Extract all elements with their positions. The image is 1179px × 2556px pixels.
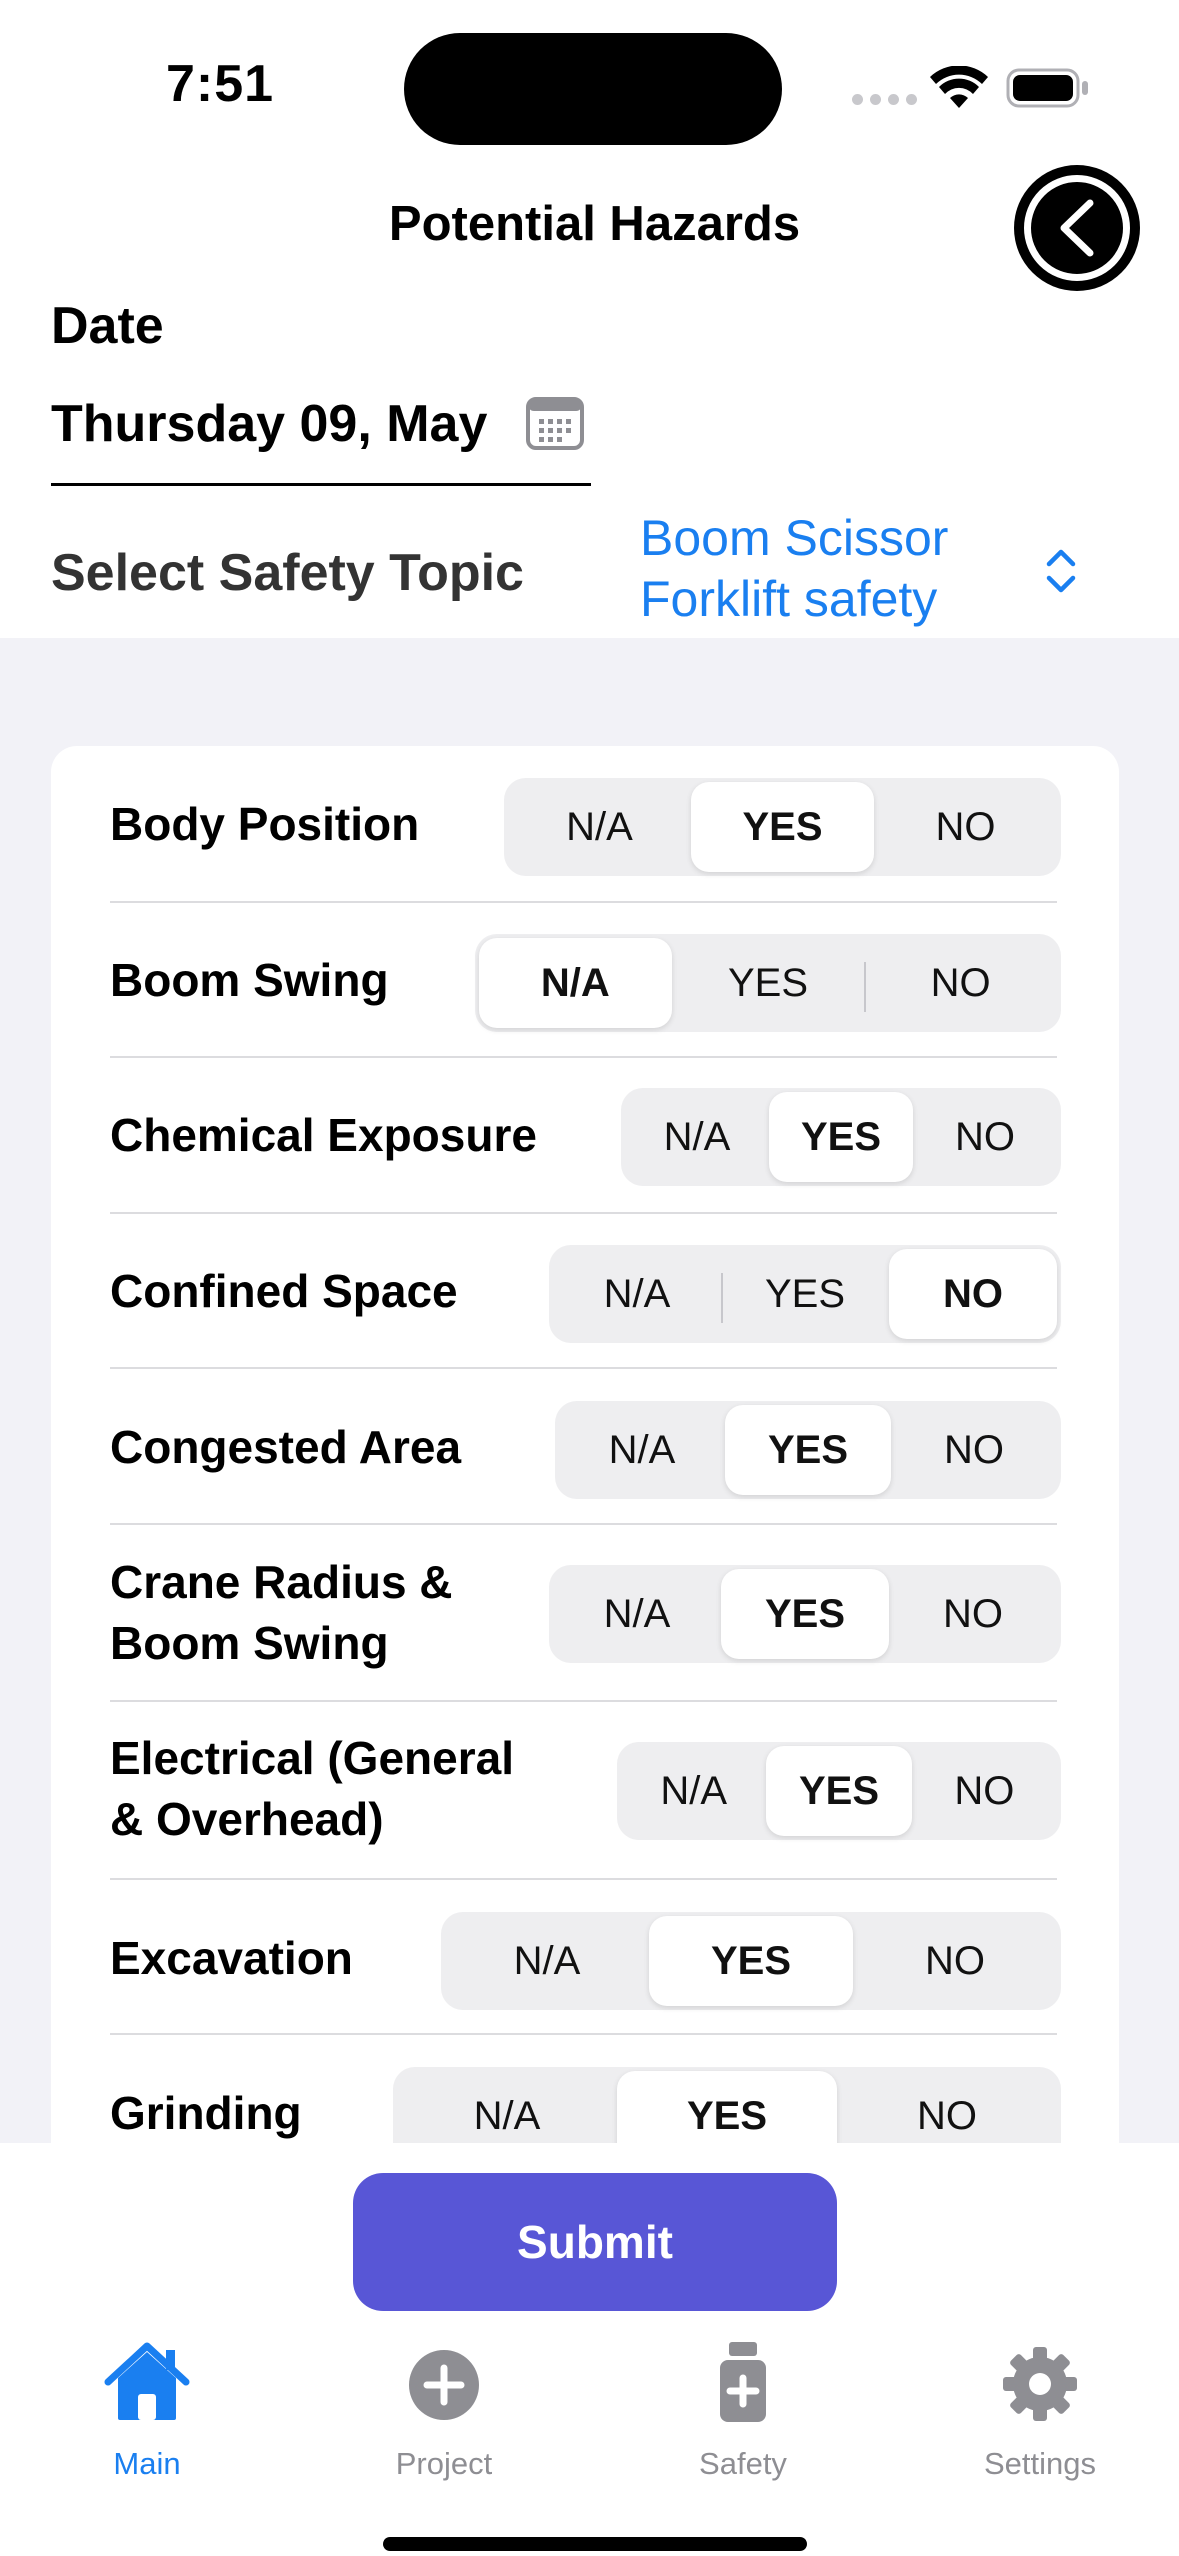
segment-na[interactable]: N/A xyxy=(479,938,672,1028)
hazard-label: Crane Radius & Boom Swing xyxy=(110,1552,453,1674)
segment-yes[interactable]: YES xyxy=(691,782,874,872)
hazard-label: Body Position xyxy=(110,798,420,850)
calendar-icon[interactable] xyxy=(525,395,585,451)
segment-yes[interactable]: YES xyxy=(617,2071,837,2143)
segment-no[interactable]: NO xyxy=(874,782,1057,872)
tab-bar: Main Project Safety Settings xyxy=(0,2330,1179,2490)
page-title: Potential Hazards xyxy=(388,197,801,251)
segment-yes[interactable]: YES xyxy=(721,1249,889,1339)
hazard-segmented-control[interactable]: N/A YES NO xyxy=(617,1742,1061,1840)
hazard-segmented-control[interactable]: N/A YES NO xyxy=(555,1401,1061,1499)
hazard-label-line2: Boom Swing xyxy=(110,1617,389,1669)
segment-yes[interactable]: YES xyxy=(672,938,865,1028)
date-picker-field[interactable]: Thursday 09, May xyxy=(51,380,591,486)
safety-topic-value: Boom Scissor Forklift safety xyxy=(640,508,948,630)
tab-label: Settings xyxy=(983,2446,1096,2481)
hazard-label: Excavation xyxy=(110,1932,353,1984)
segment-na[interactable]: N/A xyxy=(553,1249,721,1339)
hazard-list-card: Body Position N/A YES NO Boom Swing N/A … xyxy=(51,746,1119,2143)
hazard-segmented-control[interactable]: N/A YES NO xyxy=(549,1565,1061,1663)
home-indicator xyxy=(383,2537,807,2551)
hazard-label-line1: Electrical (General xyxy=(110,1732,514,1784)
hazard-label-line2: & Overhead) xyxy=(110,1793,384,1845)
hazard-row-confined-space: Confined Space N/A YES NO xyxy=(51,1214,1119,1369)
hazard-row-crane-radius: Crane Radius & Boom Swing N/A YES NO xyxy=(51,1525,1119,1702)
hazard-segmented-control[interactable]: N/A YES NO xyxy=(441,1912,1061,2010)
medicine-bottle-icon xyxy=(720,2342,766,2422)
cellular-signal-icon xyxy=(852,94,917,105)
plus-circle-icon xyxy=(409,2350,479,2420)
segment-yes[interactable]: YES xyxy=(721,1569,889,1659)
hazard-row-electrical: Electrical (General & Overhead) N/A YES … xyxy=(51,1702,1119,1880)
tab-safety[interactable]: Safety xyxy=(633,2330,853,2490)
hazard-segmented-control[interactable]: N/A YES NO xyxy=(475,934,1061,1032)
hazard-label: Chemical Exposure xyxy=(110,1109,537,1161)
segment-no[interactable]: NO xyxy=(889,1569,1057,1659)
hazard-label: Congested Area xyxy=(110,1421,462,1473)
segment-no[interactable]: NO xyxy=(889,1249,1057,1339)
hazard-label: Confined Space xyxy=(110,1265,458,1317)
status-bar: 7:51 xyxy=(0,0,1179,150)
segment-na[interactable]: N/A xyxy=(508,782,691,872)
date-value: Thursday 09, May xyxy=(51,395,488,453)
battery-icon xyxy=(1006,68,1088,108)
segment-na[interactable]: N/A xyxy=(445,1916,649,2006)
segment-na[interactable]: N/A xyxy=(625,1092,769,1182)
segment-na[interactable]: N/A xyxy=(553,1569,721,1659)
dynamic-island xyxy=(404,33,782,145)
hazard-label-line1: Crane Radius & xyxy=(110,1556,453,1608)
tab-label: Safety xyxy=(699,2446,787,2481)
safety-topic-value-line2: Forklift safety xyxy=(640,571,938,627)
back-button[interactable] xyxy=(1014,165,1140,291)
hazard-segmented-control[interactable]: N/A YES NO xyxy=(504,778,1061,876)
hazard-label: Electrical (General & Overhead) xyxy=(110,1728,514,1850)
safety-topic-value-line1: Boom Scissor xyxy=(640,510,949,566)
house-icon xyxy=(104,2342,190,2420)
hazard-row-body-position: Body Position N/A YES NO xyxy=(51,746,1119,903)
tab-settings[interactable]: Settings xyxy=(930,2330,1150,2490)
tab-project[interactable]: Project xyxy=(334,2330,554,2490)
hazard-row-boom-swing: Boom Swing N/A YES NO xyxy=(51,903,1119,1058)
hazard-row-excavation: Excavation N/A YES NO xyxy=(51,1880,1119,2035)
chevron-updown-icon xyxy=(1046,549,1076,593)
submit-button[interactable]: Submit xyxy=(353,2173,837,2311)
segment-yes[interactable]: YES xyxy=(649,1916,853,2006)
hazard-label: Boom Swing xyxy=(110,954,389,1006)
hazard-segmented-control[interactable]: N/A YES NO xyxy=(549,1245,1061,1343)
segment-no[interactable]: NO xyxy=(891,1405,1057,1495)
date-label: Date xyxy=(51,297,164,355)
segment-yes[interactable]: YES xyxy=(766,1746,912,1836)
segment-yes[interactable]: YES xyxy=(725,1405,891,1495)
status-time: 7:51 xyxy=(166,55,275,113)
wifi-icon xyxy=(930,66,988,108)
segment-na[interactable]: N/A xyxy=(397,2071,617,2143)
safety-topic-picker[interactable]: Boom Scissor Forklift safety xyxy=(640,508,1090,636)
segment-no[interactable]: NO xyxy=(913,1092,1057,1182)
segment-na[interactable]: N/A xyxy=(621,1746,766,1836)
segment-no[interactable]: NO xyxy=(837,2071,1057,2143)
hazard-segmented-control[interactable]: N/A YES NO xyxy=(621,1088,1061,1186)
tab-label: Main xyxy=(113,2446,181,2481)
tab-label: Project xyxy=(395,2446,493,2481)
hazard-label: Grinding xyxy=(110,2087,302,2139)
hazard-row-congested-area: Congested Area N/A YES NO xyxy=(51,1369,1119,1525)
segment-na[interactable]: N/A xyxy=(559,1405,725,1495)
gear-icon xyxy=(1003,2347,1077,2421)
segment-no[interactable]: NO xyxy=(912,1746,1057,1836)
segment-no[interactable]: NO xyxy=(864,938,1057,1028)
tab-main[interactable]: Main xyxy=(37,2330,257,2490)
segment-yes[interactable]: YES xyxy=(769,1092,913,1182)
hazard-row-grinding: Grinding N/A YES NO xyxy=(51,2035,1119,2143)
hazard-segmented-control[interactable]: N/A YES NO xyxy=(393,2067,1061,2143)
chevron-left-icon xyxy=(1060,199,1094,257)
segment-no[interactable]: NO xyxy=(853,1916,1057,2006)
hazard-row-chemical-exposure: Chemical Exposure N/A YES NO xyxy=(51,1058,1119,1214)
safety-topic-label: Select Safety Topic xyxy=(51,544,524,602)
